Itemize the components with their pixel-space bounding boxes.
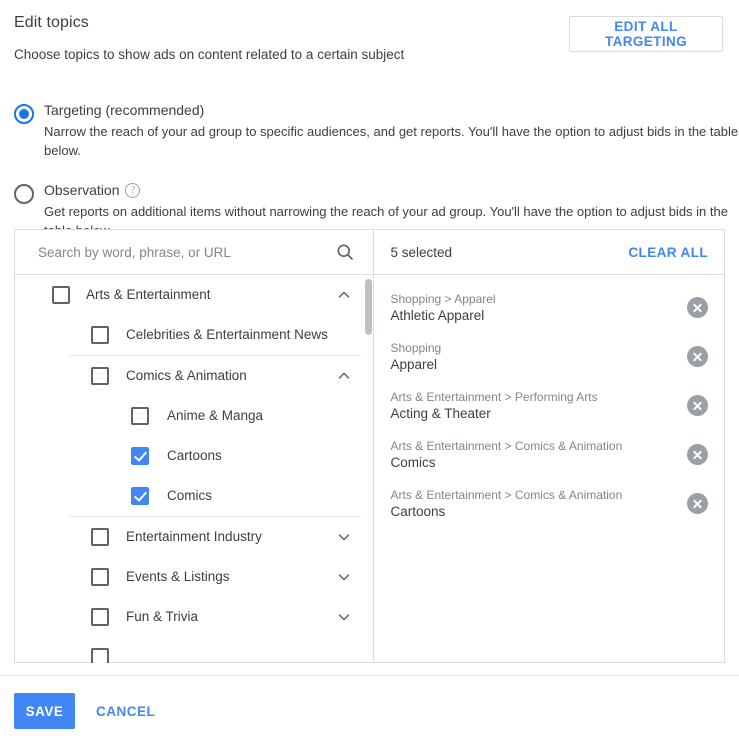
selected-item-name: Cartoons <box>390 503 446 519</box>
tree-row-label: Anime & Manga <box>167 408 264 423</box>
checkbox-icon[interactable] <box>131 407 149 425</box>
remove-icon[interactable] <box>687 395 708 416</box>
topics-tree-panel: Arts & Entertainment Celebrities & Entert… <box>15 230 373 663</box>
selected-item: Arts & Entertainment > Performing Arts Ac… <box>374 381 725 430</box>
selected-item-path: Arts & Entertainment > Comics & Animatio… <box>390 438 623 453</box>
radio-option-targeting[interactable]: Targeting (recommended) Narrow the reach… <box>0 100 739 160</box>
checkbox-icon[interactable] <box>52 286 70 304</box>
tree-row-label: Entertainment Industry <box>126 529 262 544</box>
selected-item-path: Shopping > Apparel <box>390 291 496 306</box>
tree-row-label: Celebrities & Entertainment News <box>126 327 328 342</box>
checkbox-checked-icon[interactable] <box>131 487 149 505</box>
save-button[interactable]: SAVE <box>14 693 75 729</box>
tree-row-label: Comics <box>167 488 213 503</box>
chevron-placeholder <box>333 485 355 507</box>
checkbox-icon[interactable] <box>91 568 109 586</box>
chevron-placeholder <box>333 324 355 346</box>
radio-targeting-description: Narrow the reach of your ad group to spe… <box>44 124 739 158</box>
chevron-placeholder <box>333 445 355 467</box>
tree-row-label: Fun & Trivia <box>126 609 199 624</box>
tree-row[interactable]: Events & Listings <box>15 557 373 597</box>
checkbox-icon[interactable] <box>91 326 109 344</box>
chevron-placeholder <box>333 646 355 663</box>
tree-row[interactable]: Arts & Entertainment <box>15 275 373 315</box>
search-bar <box>15 230 373 275</box>
tree-row[interactable]: Cartoons <box>15 436 373 476</box>
radio-targeting-icon[interactable] <box>14 104 34 124</box>
radio-observation-label: Observation <box>44 182 120 198</box>
tree-row-label: Events & Listings <box>126 569 230 584</box>
selected-item-text: Arts & Entertainment > Performing Arts Ac… <box>391 389 678 423</box>
selected-topics-panel: 5 selected CLEAR ALL Shopping > Apparel A… <box>372 230 725 663</box>
selected-item-text: Arts & Entertainment > Comics & Animatio… <box>391 438 678 472</box>
page-subtitle: Choose topics to show ads on content rel… <box>14 47 405 62</box>
chevron-down-icon[interactable] <box>333 526 355 548</box>
selected-item: Shopping > Apparel Athletic Apparel <box>374 283 725 332</box>
tree-row[interactable]: Comics <box>15 476 373 516</box>
tree-row[interactable]: Comics & Animation <box>15 356 373 396</box>
clear-all-button[interactable]: CLEAR ALL <box>628 245 708 260</box>
remove-icon[interactable] <box>687 346 708 367</box>
selected-item-name: Athletic Apparel <box>390 307 485 323</box>
edit-topics-dialog: Edit topics Choose topics to show ads on… <box>0 0 739 740</box>
selected-item: Arts & Entertainment > Comics & Animatio… <box>374 479 725 528</box>
checkbox-icon[interactable] <box>91 608 109 626</box>
remove-icon[interactable] <box>687 493 708 514</box>
tree-row[interactable]: Anime & Manga <box>15 396 373 436</box>
tree-row-label: Cartoons <box>167 448 222 463</box>
checkbox-checked-icon[interactable] <box>131 447 149 465</box>
edit-all-targeting-button[interactable]: EDIT ALL TARGETING <box>569 16 723 52</box>
tree-scrollbar-thumb[interactable] <box>364 279 372 335</box>
selected-count-label: 5 selected <box>390 244 453 260</box>
chevron-placeholder <box>333 405 355 427</box>
topics-tree[interactable]: Arts & Entertainment Celebrities & Entert… <box>15 275 373 663</box>
selected-item-text: Shopping Apparel <box>391 340 678 374</box>
tree-row[interactable]: Fun & Trivia <box>15 597 373 637</box>
tree-row[interactable]: Entertainment Industry <box>15 517 373 557</box>
checkbox-icon[interactable] <box>91 367 109 385</box>
dialog-header: Edit topics Choose topics to show ads on… <box>0 0 739 96</box>
remove-icon[interactable] <box>687 297 708 318</box>
chevron-up-icon[interactable] <box>333 365 355 387</box>
tree-scrollbar-track[interactable] <box>364 275 373 663</box>
dialog-footer: SAVE CANCEL <box>0 676 739 740</box>
selected-item-text: Shopping > Apparel Athletic Apparel <box>391 291 678 325</box>
chevron-down-icon[interactable] <box>333 566 355 588</box>
selected-item-name: Acting & Theater <box>390 405 491 421</box>
tree-row[interactable]: Celebrities & Entertainment News <box>15 315 373 355</box>
topics-selector-panels: Arts & Entertainment Celebrities & Entert… <box>14 229 725 663</box>
selected-item: Shopping Apparel <box>374 332 725 381</box>
radio-targeting-label: Targeting (recommended) <box>44 102 205 118</box>
selected-item-path: Shopping <box>390 340 442 355</box>
search-input[interactable] <box>36 238 316 266</box>
tree-row-label: Arts & Entertainment <box>86 287 211 302</box>
help-icon[interactable]: ? <box>125 182 141 198</box>
selected-item-path: Arts & Entertainment > Comics & Animatio… <box>390 487 623 502</box>
selected-item-name: Apparel <box>390 356 438 372</box>
cancel-button[interactable]: CANCEL <box>88 693 163 729</box>
tree-row-label: Comics & Animation <box>126 368 247 383</box>
page-title: Edit topics <box>14 14 89 31</box>
selected-items-list: Shopping > Apparel Athletic Apparel Shoppi… <box>374 275 725 663</box>
selected-item-text: Arts & Entertainment > Comics & Animatio… <box>391 487 678 521</box>
radio-observation-icon[interactable] <box>14 184 34 204</box>
chevron-down-icon[interactable] <box>333 606 355 628</box>
checkbox-icon[interactable] <box>91 648 109 663</box>
checkbox-icon[interactable] <box>91 528 109 546</box>
tree-row-label <box>126 649 333 663</box>
selected-item-path: Arts & Entertainment > Performing Arts <box>390 389 598 404</box>
remove-icon[interactable] <box>687 444 708 465</box>
chevron-up-icon[interactable] <box>333 284 355 306</box>
selected-header: 5 selected CLEAR ALL <box>373 230 724 275</box>
search-icon[interactable] <box>335 242 355 262</box>
selected-item-name: Comics <box>390 454 436 470</box>
selected-item: Arts & Entertainment > Comics & Animatio… <box>374 430 725 479</box>
tree-row[interactable] <box>15 637 373 663</box>
